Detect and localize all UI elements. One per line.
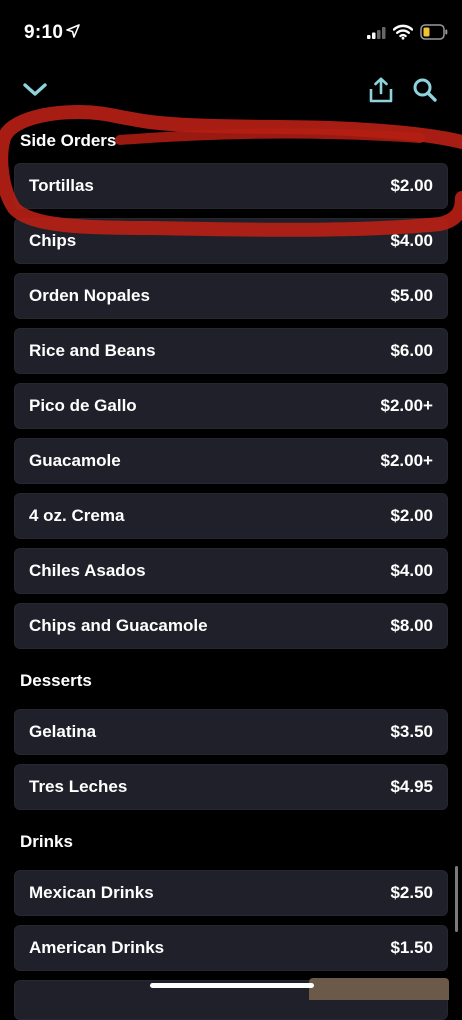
item-price: $4.95: [390, 777, 433, 796]
item-price: $5.00: [390, 286, 433, 305]
item-name: Chips and Guacamole: [29, 616, 208, 635]
item-price: $4.00: [390, 561, 433, 580]
item-name: Chips: [29, 231, 77, 250]
item-name: Tres Leches: [29, 777, 128, 796]
item-price: $8.00: [390, 616, 433, 635]
location-arrow-icon: [66, 24, 80, 43]
menu-item-rice-and-beans[interactable]: Rice and Beans $6.00: [14, 328, 448, 374]
wifi-icon: [392, 24, 414, 45]
item-thumbnail: [309, 978, 449, 1000]
search-icon[interactable]: [405, 70, 445, 110]
menu-item-guacamole[interactable]: Guacamole $2.00+: [14, 438, 448, 484]
top-nav-bar: [0, 70, 462, 114]
item-price: $4.00: [390, 231, 433, 250]
chevron-down-icon[interactable]: [15, 70, 55, 110]
item-name: Orden Nopales: [29, 286, 150, 305]
item-price: $2.00+: [380, 451, 433, 470]
home-indicator[interactable]: [150, 983, 314, 988]
menu-item-orden-nopales[interactable]: Orden Nopales $5.00: [14, 273, 448, 319]
item-price: $1.50: [390, 938, 433, 957]
menu-item-tortillas[interactable]: Tortillas $2.00: [14, 163, 448, 209]
menu-item-tres-leches[interactable]: Tres Leches $4.95: [14, 764, 448, 810]
item-name: Chiles Asados: [29, 561, 146, 580]
menu-item-crema[interactable]: 4 oz. Crema $2.00: [14, 493, 448, 539]
item-name: American Drinks: [29, 938, 165, 957]
item-name: Mexican Drinks: [29, 883, 154, 902]
section-title-drinks: Drinks: [20, 832, 73, 851]
menu-item-gelatina[interactable]: Gelatina $3.50: [14, 709, 448, 755]
item-price: $3.50: [390, 722, 433, 741]
item-name: Guacamole: [29, 451, 121, 470]
menu-item-pico-de-gallo[interactable]: Pico de Gallo $2.00+: [14, 383, 448, 429]
section-title-desserts: Desserts: [20, 671, 92, 690]
menu-item-chips[interactable]: Chips $4.00: [14, 218, 448, 264]
menu-item-chiles-asados[interactable]: Chiles Asados $4.00: [14, 548, 448, 594]
section-title-side-orders: Side Orders: [20, 131, 117, 150]
cellular-signal-icon: [367, 26, 387, 45]
item-price: $2.00: [390, 506, 433, 525]
item-price: $2.00+: [380, 396, 433, 415]
menu-item-chips-and-guacamole[interactable]: Chips and Guacamole $8.00: [14, 603, 448, 649]
battery-icon: [420, 24, 448, 45]
item-price: $2.00: [390, 176, 433, 195]
scroll-indicator[interactable]: [455, 866, 458, 932]
item-name: Tortillas: [29, 176, 94, 195]
item-name: Pico de Gallo: [29, 396, 137, 415]
status-time: 9:10: [24, 22, 64, 43]
share-icon[interactable]: [361, 70, 401, 110]
item-name: Rice and Beans: [29, 341, 156, 360]
item-name: 4 oz. Crema: [29, 506, 125, 525]
menu-item-mexican-drinks[interactable]: Mexican Drinks $2.50: [14, 870, 448, 916]
item-name: Gelatina: [29, 722, 97, 741]
item-price: $6.00: [390, 341, 433, 360]
status-bar: 9:10: [0, 0, 462, 70]
item-price: $2.50: [390, 883, 433, 902]
menu-item-american-drinks[interactable]: American Drinks $1.50: [14, 925, 448, 971]
